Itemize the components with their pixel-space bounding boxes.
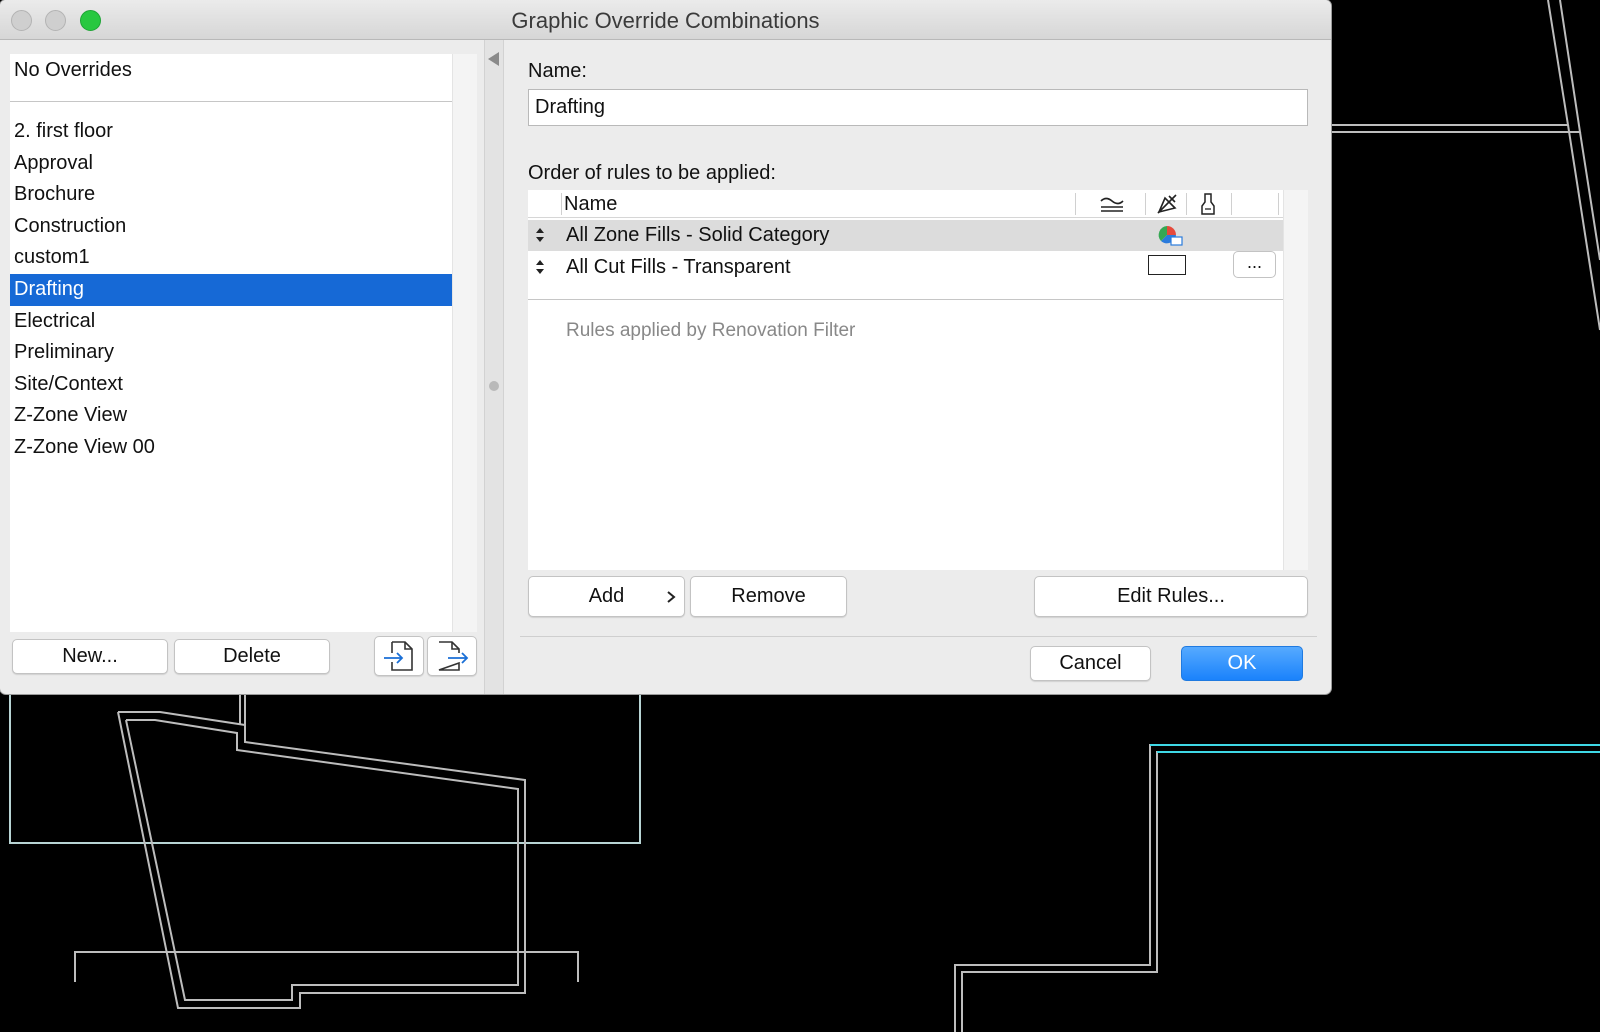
ok-button-label: OK bbox=[1227, 652, 1257, 674]
renovation-filter-note: Rules applied by Renovation Filter bbox=[566, 320, 856, 341]
title-bar: Graphic Override Combinations bbox=[0, 0, 1331, 40]
combination-item[interactable]: Construction bbox=[10, 211, 452, 243]
rule-row[interactable]: All Zone Fills - Solid Category ... bbox=[528, 220, 1283, 278]
collapse-arrow-icon[interactable] bbox=[488, 52, 499, 66]
import-button[interactable] bbox=[374, 636, 424, 676]
combination-item[interactable]: Preliminary bbox=[10, 337, 452, 369]
rules-separator bbox=[528, 299, 1283, 300]
reorder-icon[interactable] bbox=[534, 258, 546, 276]
edit-rules-button[interactable]: Edit Rules... bbox=[1034, 576, 1308, 617]
combinations-items: 2. first floor Approval Brochure Constructi… bbox=[10, 116, 452, 464]
new-combination-button[interactable]: New... bbox=[12, 639, 168, 674]
delete-combination-button[interactable]: Delete bbox=[174, 639, 330, 674]
window-title: Graphic Override Combinations bbox=[511, 8, 820, 33]
remove-rule-button[interactable]: Remove bbox=[690, 576, 847, 617]
rules-table-header: Name bbox=[528, 190, 1283, 218]
fill-override-icon bbox=[1157, 194, 1177, 214]
name-field[interactable] bbox=[528, 89, 1308, 126]
cancel-button-label: Cancel bbox=[1059, 652, 1122, 674]
combination-item[interactable]: Brochure bbox=[10, 179, 452, 211]
rules-table[interactable]: Name All Zone Fills - Solid Category ...… bbox=[528, 190, 1308, 570]
splitter-handle-icon[interactable] bbox=[489, 381, 499, 391]
combinations-list[interactable]: No Overrides 2. first floor Approval Broch… bbox=[10, 54, 477, 632]
pen-brush-icon bbox=[1201, 193, 1215, 215]
combination-item[interactable]: Z-Zone View 00 bbox=[10, 432, 452, 464]
combination-item[interactable]: Electrical bbox=[10, 306, 452, 338]
header-separator bbox=[1075, 193, 1076, 215]
combination-item[interactable]: Site/Context bbox=[10, 369, 452, 401]
header-separator bbox=[1278, 193, 1279, 215]
rule-name: All Zone Fills - Solid Category bbox=[566, 224, 830, 246]
combination-item[interactable]: Approval bbox=[10, 148, 452, 180]
edit-rules-label: Edit Rules... bbox=[1117, 585, 1225, 607]
no-overrides-item[interactable]: No Overrides bbox=[14, 59, 132, 82]
import-icon bbox=[384, 641, 413, 671]
add-button-label: Add bbox=[588, 585, 625, 607]
header-separator bbox=[561, 193, 562, 215]
ok-button[interactable]: OK bbox=[1181, 646, 1303, 681]
combination-item[interactable]: custom1 bbox=[10, 242, 452, 274]
new-button-label: New... bbox=[62, 645, 118, 667]
rules-scrollbar[interactable] bbox=[1283, 190, 1308, 570]
header-separator bbox=[1231, 193, 1232, 215]
rule-name: All Cut Fills - Transparent bbox=[566, 256, 791, 278]
footer-divider bbox=[520, 636, 1317, 637]
name-label: Name: bbox=[528, 60, 587, 82]
cancel-button[interactable]: Cancel bbox=[1030, 646, 1151, 681]
combination-item[interactable]: Drafting bbox=[10, 273, 452, 306]
header-separator bbox=[1186, 193, 1187, 215]
fill-background-icon bbox=[1100, 197, 1124, 212]
reorder-icon[interactable] bbox=[534, 226, 546, 244]
list-separator bbox=[10, 101, 452, 102]
list-scrollbar[interactable] bbox=[452, 54, 477, 632]
combination-item[interactable]: 2. first floor bbox=[10, 116, 452, 148]
export-button[interactable] bbox=[427, 636, 477, 676]
export-icon bbox=[438, 641, 469, 671]
graphic-override-dialog: Graphic Override Combinations No Overrid… bbox=[0, 0, 1331, 694]
category-fill-icon bbox=[1158, 226, 1183, 246]
chevron-right-icon bbox=[667, 591, 676, 603]
column-header-name[interactable]: Name bbox=[564, 193, 617, 216]
rules-heading: Order of rules to be applied: bbox=[528, 162, 776, 184]
remove-button-label: Remove bbox=[731, 585, 806, 607]
add-rule-button[interactable]: Add bbox=[528, 576, 685, 617]
combination-item[interactable]: Z-Zone View bbox=[10, 400, 452, 432]
pane-splitter[interactable] bbox=[484, 40, 504, 694]
transparent-fill-swatch bbox=[1148, 255, 1186, 275]
delete-button-label: Delete bbox=[223, 645, 281, 667]
header-separator bbox=[1145, 193, 1146, 215]
